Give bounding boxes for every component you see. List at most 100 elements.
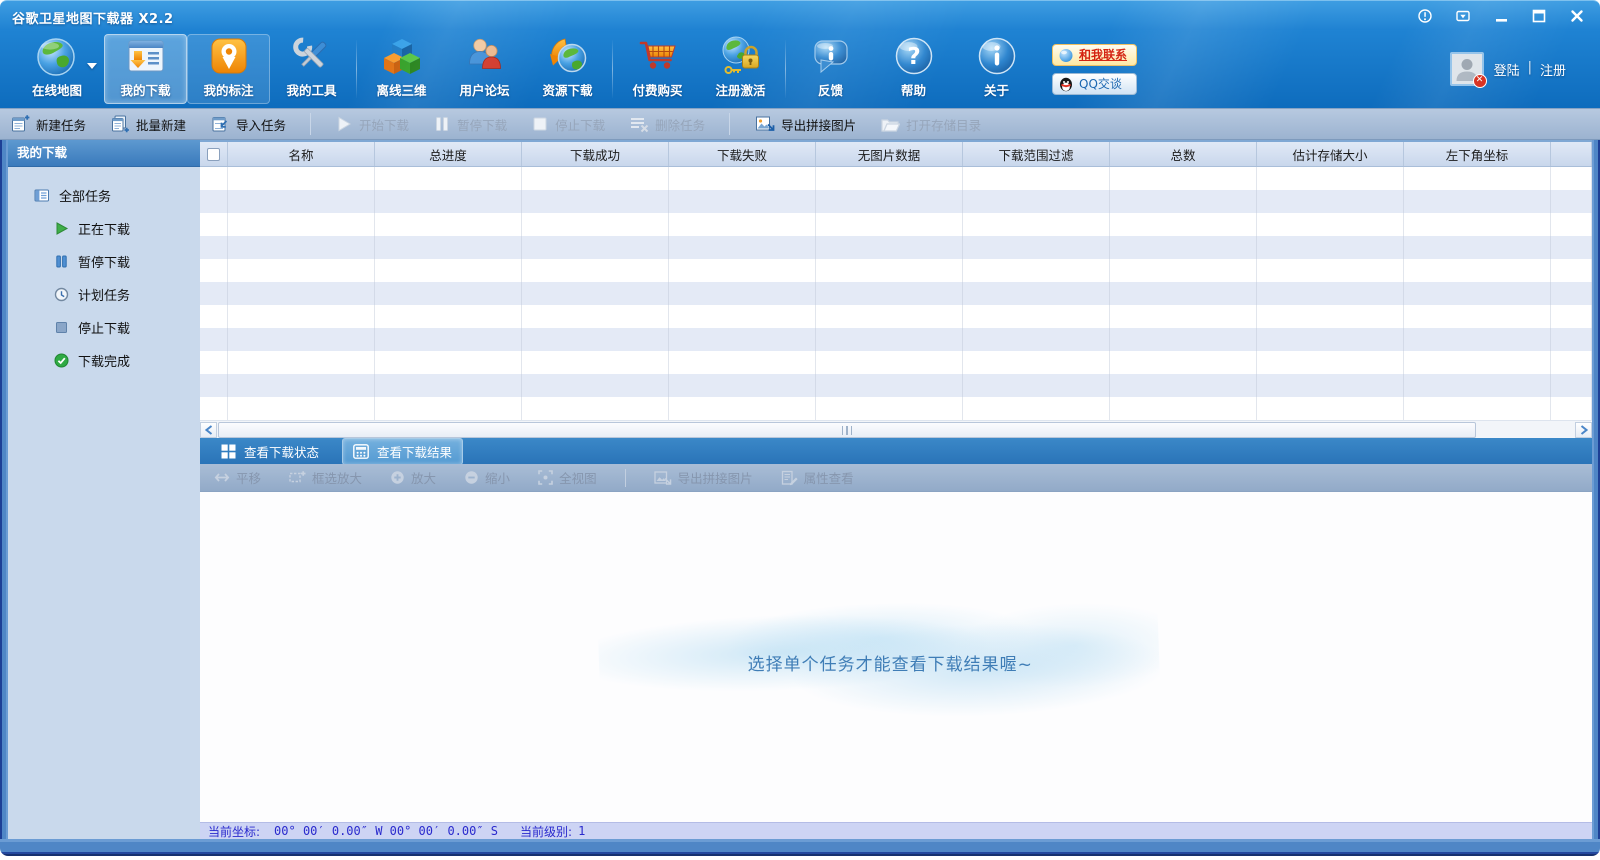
shopping-cart-icon bbox=[636, 34, 680, 78]
column-header-name[interactable]: 名称 bbox=[228, 142, 375, 166]
minimize-icon bbox=[1495, 9, 1508, 23]
column-header-total-progress[interactable]: 总进度 bbox=[375, 142, 522, 166]
table-cell bbox=[816, 213, 963, 236]
scroll-left-button[interactable] bbox=[200, 422, 217, 438]
box-zoom-button[interactable]: 框选放大 bbox=[289, 468, 362, 487]
app-title: 谷歌卫星地图下载器 X2.2 bbox=[12, 8, 174, 27]
toolbar-button-feedback[interactable]: 反馈 bbox=[789, 34, 872, 104]
table-cell bbox=[1404, 397, 1551, 420]
toolbar-button-my-tools[interactable]: 我的工具 bbox=[270, 34, 353, 104]
batch-new-button[interactable]: 批量新建 bbox=[110, 114, 186, 134]
close-button[interactable] bbox=[1570, 9, 1584, 23]
sidebar-item-paused[interactable]: 暂停下载 bbox=[8, 245, 200, 278]
table-row[interactable] bbox=[200, 213, 1592, 236]
table-row[interactable] bbox=[200, 397, 1592, 420]
open-folder-icon bbox=[880, 115, 900, 133]
table-cell bbox=[669, 167, 816, 190]
table-cell bbox=[1404, 259, 1551, 282]
scrollbar-thumb[interactable] bbox=[218, 422, 1476, 438]
pause-download-button[interactable]: 暂停下载 bbox=[433, 115, 507, 134]
toolbar-separator bbox=[612, 40, 613, 98]
full-view-button[interactable]: 全视图 bbox=[538, 468, 597, 487]
toolbar-button-user-forum[interactable]: 用户论坛 bbox=[443, 34, 526, 104]
properties-view-button[interactable]: 属性查看 bbox=[781, 468, 854, 487]
map-tool-label: 平移 bbox=[236, 468, 261, 487]
delete-task-icon bbox=[629, 115, 649, 133]
table-cell bbox=[200, 167, 228, 190]
table-cell bbox=[375, 305, 522, 328]
table-cell bbox=[963, 259, 1110, 282]
sidebar-item-scheduled[interactable]: 计划任务 bbox=[8, 278, 200, 311]
column-header-download-success[interactable]: 下载成功 bbox=[522, 142, 669, 166]
toolbar-button-label: 用户论坛 bbox=[459, 80, 509, 99]
table-row[interactable] bbox=[200, 167, 1592, 190]
qq-chat-label: QQ交谈 bbox=[1079, 75, 1122, 92]
toolbar-button-my-annotations[interactable]: 我的标注 bbox=[187, 34, 270, 104]
tab-view-download-status[interactable]: 查看下载状态 bbox=[210, 438, 330, 465]
table-cell bbox=[816, 328, 963, 351]
table-row[interactable] bbox=[200, 374, 1592, 397]
new-task-button[interactable]: 新建任务 bbox=[10, 114, 86, 134]
sidebar-item-all-tasks[interactable]: 全部任务 bbox=[8, 179, 200, 212]
toolbar-button-register-activate[interactable]: 注册激活 bbox=[699, 34, 782, 104]
chevron-down-icon[interactable] bbox=[87, 63, 97, 69]
minimize-button[interactable] bbox=[1494, 9, 1508, 23]
scroll-right-button[interactable] bbox=[1575, 422, 1592, 438]
table-row[interactable] bbox=[200, 190, 1592, 213]
toolbar-button-my-downloads[interactable]: 我的下载 bbox=[104, 34, 187, 104]
contact-me-button[interactable]: 和我联系 bbox=[1052, 44, 1137, 66]
table-row[interactable] bbox=[200, 259, 1592, 282]
sidebar: 我的下载 全部任务 正在下载 暂停下载 bbox=[8, 140, 200, 839]
chevron-right-icon bbox=[1580, 425, 1588, 435]
toolbar-button-label: 帮助 bbox=[901, 80, 926, 99]
column-header-total-count[interactable]: 总数 bbox=[1110, 142, 1257, 166]
sidebar-item-stopped[interactable]: 停止下载 bbox=[8, 311, 200, 344]
export-image-icon bbox=[654, 470, 672, 486]
login-link[interactable]: 登陆 bbox=[1494, 60, 1520, 79]
toolbar-button-offline-3d[interactable]: 离线三维 bbox=[360, 34, 443, 104]
pan-button[interactable]: 平移 bbox=[214, 468, 261, 487]
sidebar-item-completed[interactable]: 下载完成 bbox=[8, 344, 200, 377]
map-tools-bar: 平移 框选放大 放大 缩小 全视图 bbox=[200, 464, 1592, 492]
table-cell bbox=[963, 351, 1110, 374]
table-row[interactable] bbox=[200, 305, 1592, 328]
column-header-no-image-data[interactable]: 无图片数据 bbox=[816, 142, 963, 166]
toolbar-button-purchase[interactable]: 付费购买 bbox=[616, 34, 699, 104]
avatar[interactable]: ✕ bbox=[1450, 52, 1484, 86]
zoom-out-button[interactable]: 缩小 bbox=[464, 468, 510, 487]
column-header-bottom-left-coord[interactable]: 左下角坐标 bbox=[1404, 142, 1551, 166]
toolbar-button-about[interactable]: 关于 bbox=[955, 34, 1038, 104]
start-download-button[interactable]: 开始下载 bbox=[335, 115, 409, 134]
table-row[interactable] bbox=[200, 282, 1592, 305]
table-row[interactable] bbox=[200, 351, 1592, 374]
table-row[interactable] bbox=[200, 328, 1592, 351]
column-header-estimated-size[interactable]: 估计存储大小 bbox=[1257, 142, 1404, 166]
table-cell bbox=[1110, 351, 1257, 374]
toolbar-button-resource-download[interactable]: 资源下载 bbox=[526, 34, 609, 104]
maximize-button[interactable] bbox=[1532, 9, 1546, 23]
register-link[interactable]: 注册 bbox=[1540, 60, 1566, 79]
minimize-to-tray-button[interactable] bbox=[1456, 9, 1470, 23]
toolbar-button-help[interactable]: ? 帮助 bbox=[872, 34, 955, 104]
close-icon bbox=[1570, 9, 1584, 23]
zoom-in-button[interactable]: 放大 bbox=[390, 468, 436, 487]
column-header-download-failed[interactable]: 下载失败 bbox=[669, 142, 816, 166]
export-stitched-image-button[interactable]: 导出拼接图片 bbox=[754, 114, 856, 134]
table-row[interactable] bbox=[200, 236, 1592, 259]
qq-chat-button[interactable]: QQ交谈 bbox=[1052, 73, 1137, 95]
import-task-button[interactable]: 导入任务 bbox=[210, 114, 286, 134]
export-stitched-image-map-button[interactable]: 导出拼接图片 bbox=[654, 468, 753, 487]
open-storage-folder-button[interactable]: 打开存储目录 bbox=[880, 115, 981, 134]
sidebar-item-downloading[interactable]: 正在下载 bbox=[8, 212, 200, 245]
column-header-range-filter[interactable]: 下载范围过滤 bbox=[963, 142, 1110, 166]
task-toolbar-separator bbox=[310, 113, 311, 135]
stop-download-button[interactable]: 停止下载 bbox=[531, 115, 605, 134]
toolbar-button-online-map[interactable]: 在线地图 bbox=[10, 34, 104, 104]
app-window: 谷歌卫星地图下载器 X2.2 在线地图 bbox=[0, 0, 1600, 860]
delete-task-button[interactable]: 删除任务 bbox=[629, 115, 705, 134]
select-all-checkbox[interactable] bbox=[207, 148, 220, 161]
horizontal-scrollbar[interactable] bbox=[200, 420, 1592, 438]
info-button[interactable] bbox=[1418, 9, 1432, 23]
map-tool-label: 全视图 bbox=[559, 468, 597, 487]
tab-view-download-result[interactable]: 查看下载结果 bbox=[342, 438, 463, 465]
